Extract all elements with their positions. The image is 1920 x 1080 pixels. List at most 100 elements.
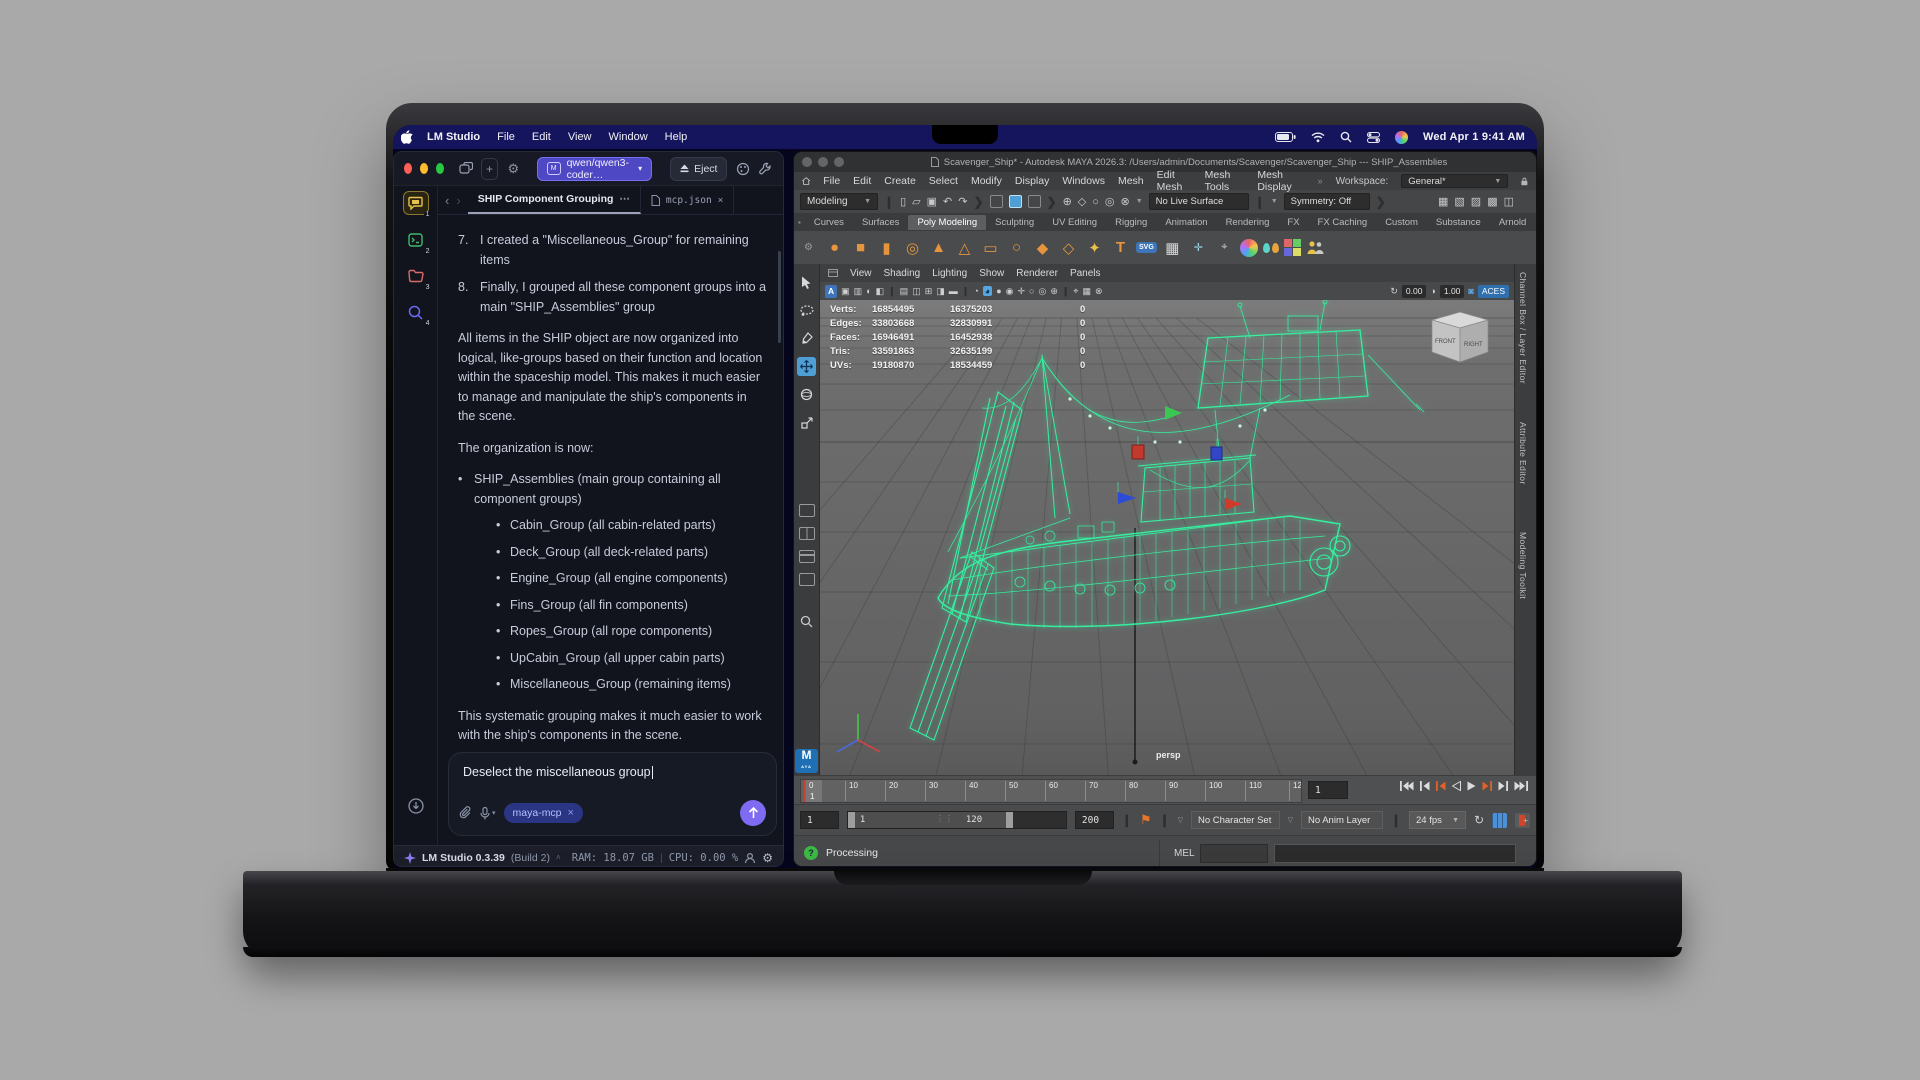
- eject-model-button[interactable]: Eject: [670, 157, 727, 181]
- tab-channel-box[interactable]: Channel Box / Layer Editor: [1518, 272, 1528, 384]
- character-set-field[interactable]: No Character Set: [1191, 811, 1280, 829]
- shelf-tab-fx[interactable]: FX: [1278, 215, 1308, 230]
- tab-mcp-json[interactable]: mcp.json ×: [641, 186, 735, 214]
- platonic-solid-icon[interactable]: ◆: [1032, 237, 1053, 258]
- siri-icon[interactable]: [1395, 131, 1408, 144]
- panel-menu-panels[interactable]: Panels: [1070, 268, 1101, 279]
- maya-menu-windows[interactable]: Windows: [1062, 175, 1105, 187]
- next-keyframe-button[interactable]: [1482, 781, 1492, 791]
- toolbox-icon[interactable]: ◫: [1504, 195, 1514, 208]
- tab-attribute-editor[interactable]: Attribute Editor: [1518, 422, 1528, 485]
- chip-remove-icon[interactable]: ×: [568, 807, 574, 819]
- viewport-3d[interactable]: FRONT RIGHT persp: [820, 300, 1514, 775]
- animlayer-chevron-icon[interactable]: ▽: [1288, 816, 1293, 824]
- maya-menu-file[interactable]: File: [823, 175, 840, 187]
- motion-blur-icon[interactable]: ⊕: [1050, 286, 1058, 297]
- select-tool-icon[interactable]: [797, 273, 816, 292]
- maya-menu-modify[interactable]: Modify: [971, 175, 1002, 187]
- paint-select-tool-icon[interactable]: [797, 329, 816, 348]
- lasso-tool-icon[interactable]: [797, 301, 816, 320]
- poly-pyramid-icon[interactable]: △: [954, 237, 975, 258]
- sidebar-chats-icon[interactable]: 1: [403, 191, 429, 215]
- redo-icon[interactable]: ↷: [958, 195, 967, 208]
- minimize-window-button[interactable]: [818, 157, 828, 167]
- close-window-button[interactable]: [802, 157, 812, 167]
- field-chart-icon[interactable]: ▬: [949, 286, 958, 296]
- animation-end-field[interactable]: 200: [1075, 811, 1114, 829]
- downloads-icon[interactable]: [404, 795, 428, 817]
- fps-selector[interactable]: 24 fps▼: [1409, 811, 1466, 829]
- play-forward-button[interactable]: [1467, 781, 1476, 791]
- symmetry-chevron-icon[interactable]: ▼: [1271, 198, 1278, 205]
- menubar-app-name[interactable]: LM Studio: [427, 131, 480, 143]
- tab-options-icon[interactable]: ⋯: [619, 193, 630, 205]
- minimize-window-button[interactable]: [420, 163, 428, 174]
- light-editor-icon[interactable]: ▩: [1487, 195, 1497, 208]
- menubar-clock[interactable]: Wed Apr 1 9:41 AM: [1423, 131, 1525, 143]
- user-account-icon[interactable]: [744, 852, 756, 864]
- shelf-tab-animation[interactable]: Animation: [1156, 215, 1216, 230]
- auto-key-icon[interactable]: +: [1515, 813, 1530, 828]
- maximize-window-button[interactable]: [436, 163, 444, 174]
- help-status-icon[interactable]: ?: [804, 846, 818, 860]
- panel-menu-shading[interactable]: Shading: [884, 268, 921, 279]
- move-tool-icon[interactable]: [797, 357, 816, 376]
- poly-torus-icon[interactable]: ◎: [902, 237, 923, 258]
- live-surface-field[interactable]: No Live Surface: [1149, 193, 1249, 210]
- character-pair-icon[interactable]: [1306, 240, 1324, 256]
- maya-menu-display[interactable]: Display: [1015, 175, 1049, 187]
- align-tool-icon[interactable]: ✛: [1188, 237, 1209, 258]
- settings-gear-icon[interactable]: ⚙: [762, 851, 773, 865]
- panel-menu-lighting[interactable]: Lighting: [932, 268, 967, 279]
- shelf-tab-substance[interactable]: Substance: [1427, 215, 1490, 230]
- current-frame-field[interactable]: 1: [1308, 781, 1348, 799]
- play-backwards-button[interactable]: [1452, 781, 1461, 791]
- playback-loop-icon[interactable]: ↻: [1474, 813, 1484, 827]
- aces-view-transform[interactable]: ACES: [1478, 285, 1509, 298]
- grid-display-icon[interactable]: ▤: [900, 286, 909, 297]
- maximize-window-button[interactable]: [834, 157, 844, 167]
- svg-tool-icon[interactable]: SVG: [1136, 242, 1157, 253]
- maya-menu-select[interactable]: Select: [929, 175, 958, 187]
- new-scene-icon[interactable]: ▯: [900, 195, 906, 208]
- anim-layer-field[interactable]: No Anim Layer: [1301, 811, 1383, 829]
- zoom-tool-icon[interactable]: [797, 612, 816, 631]
- snap-point-icon[interactable]: ○: [1092, 196, 1099, 208]
- bookmark-flag-icon[interactable]: ⚑: [1140, 812, 1152, 828]
- use-all-lights-icon[interactable]: ✛: [1017, 286, 1025, 297]
- layout-two-pane-button[interactable]: [799, 527, 815, 540]
- shaded-wireframe-icon[interactable]: ◕: [983, 286, 992, 296]
- select-component-icon[interactable]: [1028, 195, 1041, 208]
- rotate-tool-icon[interactable]: [797, 385, 816, 404]
- menu-set-selector[interactable]: Modeling▼: [800, 193, 878, 210]
- poly-plane-icon[interactable]: ▭: [980, 237, 1001, 258]
- mel-source-field[interactable]: [1200, 844, 1268, 863]
- measure-tool-icon[interactable]: ⌖: [1214, 237, 1235, 258]
- control-center-icon[interactable]: [1367, 132, 1380, 143]
- layout-single-pane-button[interactable]: [799, 504, 815, 517]
- gamma-icon[interactable]: ◑: [1430, 286, 1435, 296]
- render-icon[interactable]: ▦: [1438, 195, 1448, 208]
- lock-icon[interactable]: [1521, 176, 1528, 187]
- select-hierarchy-icon[interactable]: [990, 195, 1003, 208]
- workspace-selector[interactable]: General*▼: [1401, 174, 1508, 188]
- type-text-icon[interactable]: T: [1110, 237, 1131, 258]
- nav-forward-icon[interactable]: ›: [456, 186, 467, 214]
- view-transform-icon[interactable]: ◙: [1468, 286, 1473, 296]
- maya-menu-edit[interactable]: Edit: [853, 175, 871, 187]
- playhead[interactable]: 1: [804, 780, 822, 802]
- add-tab-button[interactable]: +: [481, 158, 498, 180]
- prompt-input-value[interactable]: Deselect the miscellaneous group: [449, 753, 776, 779]
- menu-window[interactable]: Window: [609, 131, 648, 143]
- go-to-start-button[interactable]: [1400, 781, 1414, 791]
- panel-menu-renderer[interactable]: Renderer: [1016, 268, 1058, 279]
- apple-menu-icon[interactable]: [397, 127, 417, 147]
- mcp-plugin-chip[interactable]: maya-mcp×: [504, 803, 583, 823]
- timeline-ruler[interactable]: 0 10 20 30 40 50 60 70 80 90 100 110 120…: [800, 779, 1302, 803]
- poly-disc-icon[interactable]: ○: [1006, 237, 1027, 258]
- shaded-icon[interactable]: ●: [996, 286, 1001, 296]
- menu-view[interactable]: View: [568, 131, 592, 143]
- resolution-gate-icon[interactable]: ⊞: [925, 286, 933, 297]
- shelf-tab-arnold[interactable]: Arnold: [1490, 215, 1535, 230]
- new-chat-icon[interactable]: [458, 159, 473, 179]
